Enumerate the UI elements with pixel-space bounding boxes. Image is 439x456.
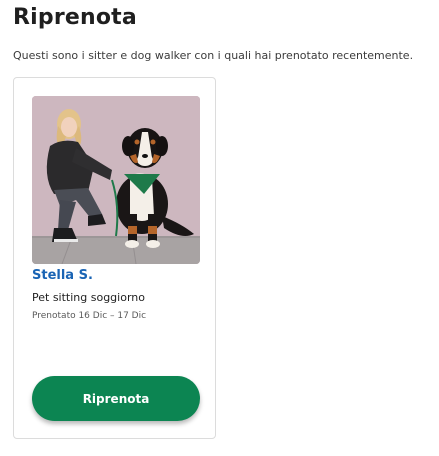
sitter-card: Stella S. Pet sitting soggiorno Prenotat…: [13, 77, 216, 439]
sitter-with-dog-photo-icon: [32, 96, 200, 264]
rebook-button[interactable]: Riprenota: [32, 376, 200, 421]
rebook-page: Riprenota Questi sono i sitter e dog wal…: [0, 0, 439, 456]
service-type: Pet sitting soggiorno: [32, 291, 145, 304]
page-subtitle: Questi sono i sitter e dog walker con i …: [13, 49, 414, 62]
sitter-name-link[interactable]: Stella S.: [32, 268, 93, 283]
page-title: Riprenota: [13, 5, 137, 30]
booking-dates: Prenotato 16 Dic – 17 Dic: [32, 311, 147, 321]
sitter-photo[interactable]: [32, 96, 200, 264]
